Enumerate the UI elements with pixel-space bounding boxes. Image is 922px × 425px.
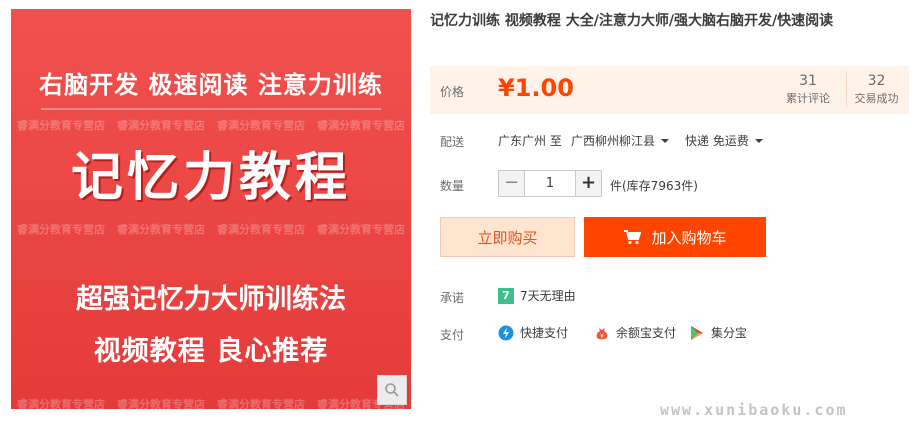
sold-label: 交易成功 bbox=[854, 92, 899, 105]
reviews-count: 31 bbox=[799, 73, 817, 89]
shipping-label: 配送 bbox=[440, 135, 465, 149]
sold-count: 32 bbox=[867, 73, 886, 89]
quantity-input[interactable]: 1 bbox=[525, 170, 575, 197]
image-watermark-row: 睿满分教育专营店 睿满分教育专营店 睿满分教育专营店 睿满分教育专营店 bbox=[17, 223, 405, 236]
play-triangle-icon bbox=[689, 325, 705, 341]
image-watermark-row: 睿满分教育专营店 睿满分教育专营店 睿满分教育专营店 睿满分教育专营店 bbox=[17, 119, 405, 132]
shipping-from: 广东广州 至 bbox=[498, 134, 562, 148]
buy-now-label: 立即购买 bbox=[477, 228, 538, 247]
shipping-destination-select[interactable]: 广西柳州柳江县 bbox=[571, 132, 670, 149]
magnifier-icon bbox=[385, 383, 399, 397]
sold-stat: 32 交易成功 bbox=[846, 71, 906, 107]
payment-label: 支付 bbox=[440, 328, 465, 342]
image-watermark-row: 睿满分教育专营店 睿满分教育专营店 睿满分教育专营店 睿满分教育专营店 bbox=[17, 398, 405, 409]
promise-label: 承诺 bbox=[440, 291, 465, 305]
payment-method-label: 快捷支付 bbox=[520, 326, 569, 340]
zoom-button[interactable] bbox=[377, 375, 407, 405]
payment-method-quickpay[interactable]: 快捷支付 bbox=[498, 324, 568, 341]
product-title: 记忆力训练 视频教程 大全/注意力大师/强大脑右脑开发/快速阅读 bbox=[430, 13, 834, 29]
buy-now-button[interactable]: 立即购买 bbox=[440, 217, 575, 257]
payment-method-jifenbao[interactable]: 集分宝 bbox=[689, 324, 747, 341]
payment-method-label: 余额宝支付 bbox=[616, 326, 677, 340]
image-tagline-middle: 超强记忆力大师训练法 bbox=[76, 284, 346, 315]
seven-day-return-badge[interactable]: 7 7天无理由 bbox=[498, 287, 576, 304]
seven-day-return-text: 7天无理由 bbox=[520, 289, 576, 303]
quantity-decrease-button[interactable]: − bbox=[498, 170, 525, 197]
quantity-label: 数量 bbox=[440, 179, 465, 193]
reviews-label: 累计评论 bbox=[786, 92, 830, 105]
stock-info: 件(库存7963件) bbox=[610, 179, 698, 193]
site-watermark: www.xunibaoku.com bbox=[660, 401, 848, 419]
price-label: 价格 bbox=[440, 85, 465, 99]
quantity-stepper: − 1 + bbox=[498, 170, 602, 197]
add-to-cart-label: 加入购物车 bbox=[651, 228, 727, 247]
price-value: ¥1.00 bbox=[498, 74, 574, 102]
shipping-method: 快递 免运费 bbox=[685, 134, 749, 148]
lightning-icon bbox=[498, 325, 514, 341]
svg-text:¥: ¥ bbox=[600, 333, 604, 340]
payment-method-yuebao[interactable]: ¥ 余额宝支付 bbox=[594, 324, 676, 341]
add-to-cart-button[interactable]: 加入购物车 bbox=[584, 217, 766, 257]
cart-icon bbox=[624, 230, 642, 245]
image-tagline-top: 右脑开发 极速阅读 注意力训练 bbox=[39, 71, 383, 99]
product-main-image[interactable]: 睿满分教育专营店 睿满分教育专营店 睿满分教育专营店 睿满分教育专营店 睿满分教育专营… bbox=[11, 9, 411, 409]
image-main-heading: 记忆力教程 bbox=[70, 148, 351, 208]
payment-method-label: 集分宝 bbox=[711, 326, 748, 340]
price-panel: 价格 ¥1.00 31 累计评论 32 交易成功 bbox=[430, 66, 909, 114]
reviews-stat[interactable]: 31 累计评论 bbox=[780, 71, 836, 107]
product-page: 睿满分教育专营店 睿满分教育专营店 睿满分教育专营店 睿满分教育专营店 睿满分教育专营… bbox=[0, 0, 922, 425]
quantity-increase-button[interactable]: + bbox=[575, 170, 602, 197]
money-bag-icon: ¥ bbox=[594, 325, 610, 341]
seven-day-return-icon: 7 bbox=[498, 287, 514, 304]
chevron-down-icon bbox=[661, 139, 670, 143]
image-decor-line bbox=[41, 108, 381, 110]
image-tagline-bottom: 视频教程 良心推荐 bbox=[93, 336, 329, 367]
shipping-method-select[interactable]: 快递 免运费 bbox=[685, 132, 763, 149]
shipping-destination: 广西柳州柳江县 bbox=[571, 134, 656, 148]
chevron-down-icon bbox=[754, 139, 763, 143]
